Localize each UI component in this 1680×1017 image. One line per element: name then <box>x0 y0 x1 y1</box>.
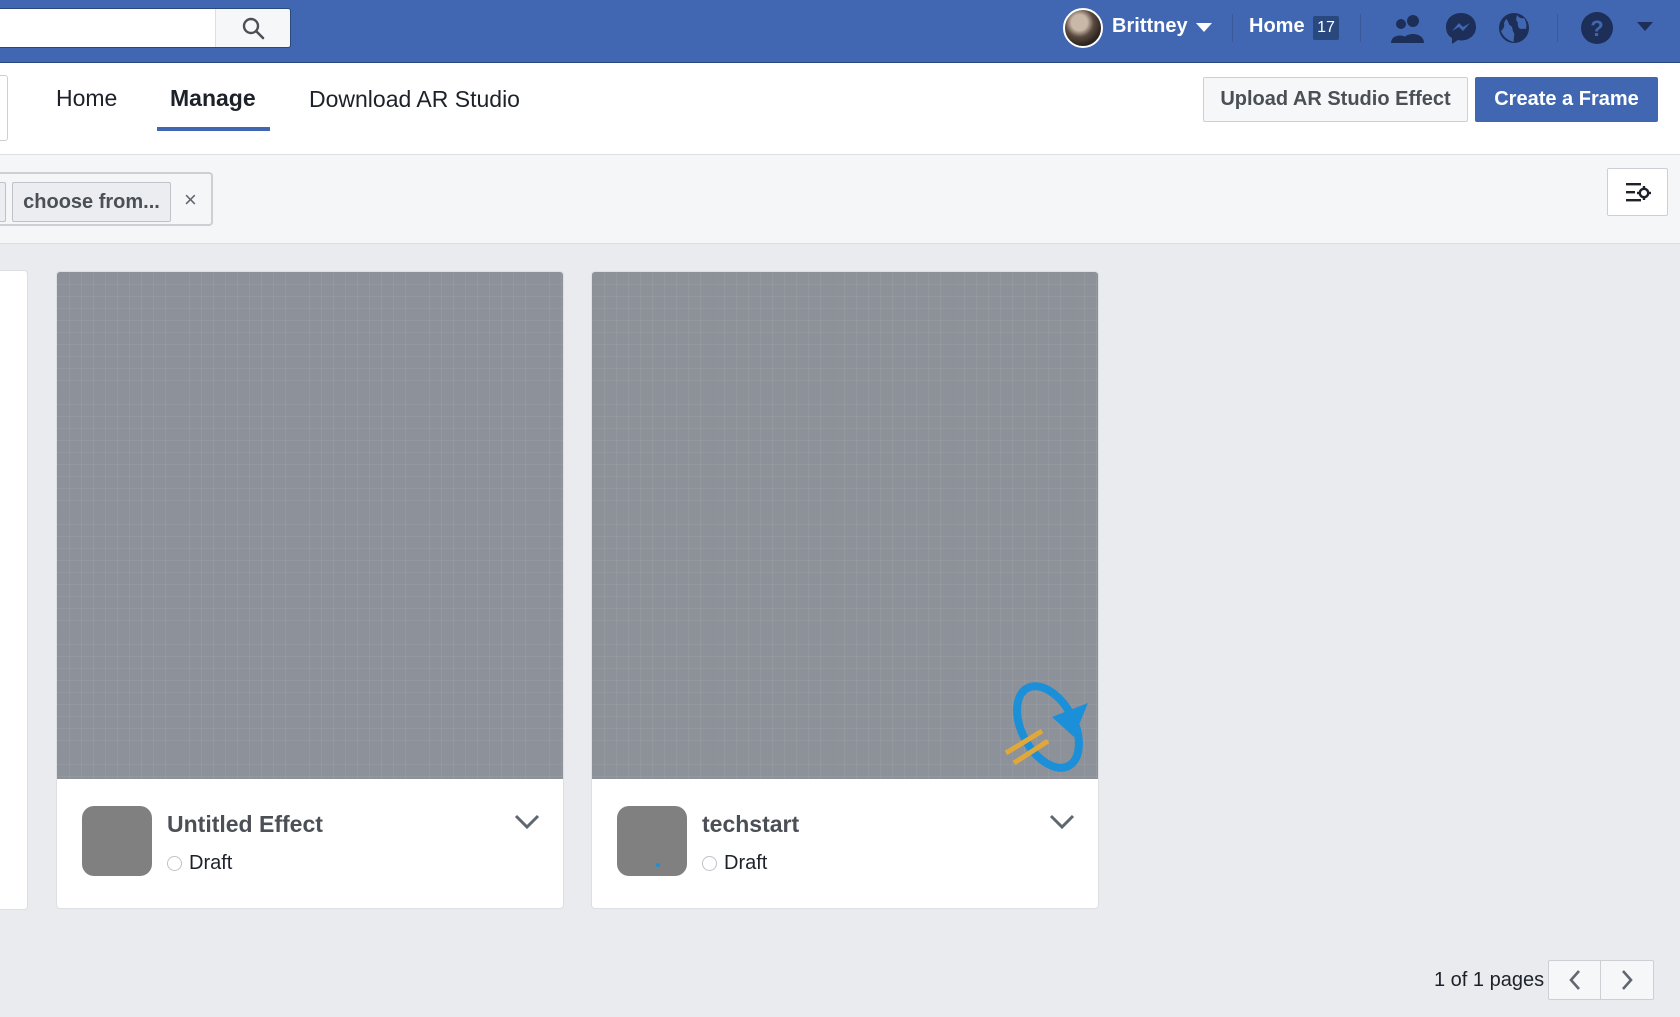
draft-status-icon <box>167 856 182 871</box>
effect-thumbnail <box>82 806 152 876</box>
search-icon <box>242 17 265 40</box>
status-label: Draft <box>724 852 768 874</box>
avatar[interactable] <box>1063 8 1103 48</box>
thumbnail-logo-icon <box>656 863 660 867</box>
divider <box>1360 14 1361 42</box>
home-notification-badge: 17 <box>1313 16 1339 40</box>
divider <box>1232 14 1233 42</box>
effect-status: Draft <box>702 852 767 875</box>
effect-name[interactable]: Untitled Effect <box>167 811 323 838</box>
next-page-button[interactable] <box>1601 960 1654 1000</box>
filter-chip-edge[interactable] <box>0 182 6 222</box>
page-navigation: Home Manage Download AR Studio Upload AR… <box>0 63 1680 155</box>
search-input[interactable] <box>0 8 291 48</box>
card-menu-chevron-icon[interactable] <box>1045 807 1079 837</box>
tab-manage[interactable]: Manage <box>170 85 256 112</box>
chevron-left-icon <box>1568 970 1580 990</box>
effect-preview[interactable] <box>592 272 1098 779</box>
svg-text:?: ? <box>1590 16 1603 41</box>
view-settings-button[interactable] <box>1607 168 1668 216</box>
tab-download-ar-studio[interactable]: Download AR Studio <box>309 86 520 113</box>
active-tab-indicator <box>157 127 270 131</box>
effect-thumbnail <box>617 806 687 876</box>
top-navigation-bar: Brittney Home 17 ? <box>0 0 1680 63</box>
effect-status: Draft <box>167 852 232 875</box>
filter-chip[interactable]: choose from... <box>12 182 171 222</box>
card-menu-chevron-icon[interactable] <box>510 807 544 837</box>
effect-card[interactable]: techstart Draft <box>591 271 1099 909</box>
clear-filter-icon[interactable]: × <box>184 187 197 213</box>
filter-bar: choose from... × <box>0 155 1680 244</box>
create-frame-button[interactable]: Create a Frame <box>1475 77 1658 122</box>
home-link[interactable]: Home <box>1249 15 1305 38</box>
upload-ar-studio-effect-button[interactable]: Upload AR Studio Effect <box>1203 77 1468 122</box>
profile-name-link[interactable]: Brittney <box>1112 15 1188 38</box>
status-label: Draft <box>189 852 233 874</box>
draft-status-icon <box>702 856 717 871</box>
effect-card[interactable]: Untitled Effect Draft <box>56 271 564 909</box>
collapsed-panel-edge <box>0 75 8 141</box>
settings-sliders-icon <box>1625 183 1651 202</box>
previous-page-button[interactable] <box>1548 960 1601 1000</box>
filter-group: choose from... × <box>0 172 213 226</box>
messenger-icon[interactable] <box>1443 10 1479 46</box>
tab-home[interactable]: Home <box>56 85 117 112</box>
help-icon[interactable]: ? <box>1579 10 1615 46</box>
account-menu-icon[interactable] <box>1637 22 1653 31</box>
profile-dropdown-icon[interactable] <box>1196 23 1212 32</box>
rocket-logo-icon <box>1004 682 1088 772</box>
effect-preview[interactable] <box>57 272 563 779</box>
chevron-right-icon <box>1622 970 1633 990</box>
notifications-globe-icon[interactable] <box>1496 10 1532 46</box>
effect-card-partial[interactable] <box>0 270 28 910</box>
search-button[interactable] <box>215 9 290 47</box>
pagination-info: 1 of 1 pages <box>1434 969 1545 991</box>
friend-requests-icon[interactable] <box>1388 10 1428 46</box>
effect-name[interactable]: techstart <box>702 811 799 838</box>
divider <box>1557 14 1558 42</box>
